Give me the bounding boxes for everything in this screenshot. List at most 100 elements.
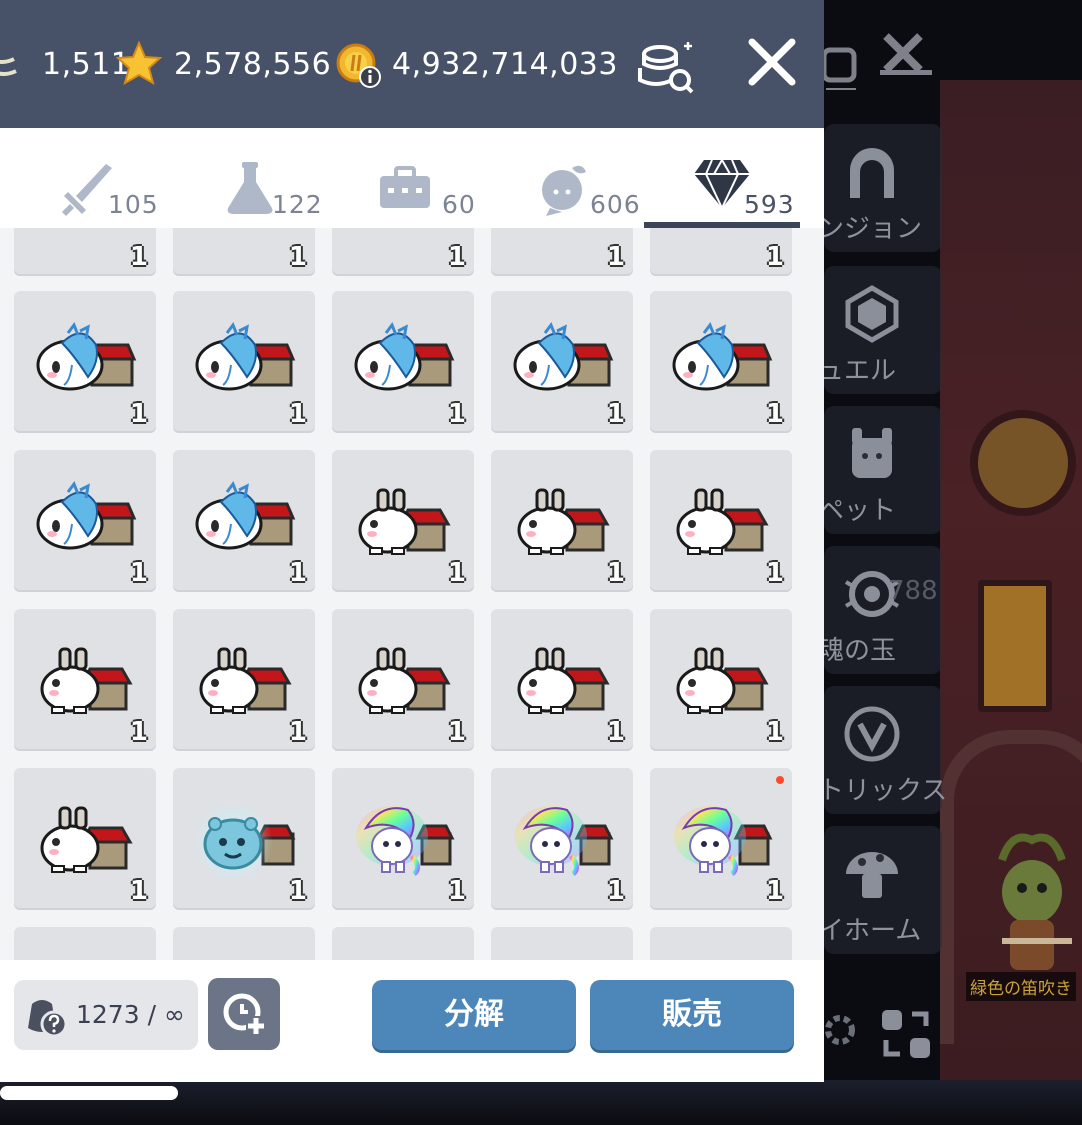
side-item-pet[interactable]: ペット — [818, 406, 942, 534]
toolbox-icon — [376, 158, 436, 218]
item-slot-blue-fish-pet-house[interactable]: 1 — [491, 291, 633, 433]
tab-count: 593 — [744, 190, 795, 219]
item-slot-blue-fish-pet-house[interactable]: 1 — [14, 450, 156, 592]
currency-meso: 4,932,714,033 — [334, 40, 618, 88]
building-window — [978, 580, 1052, 712]
white-rabbit-pet-house-icon — [676, 488, 769, 555]
bag-question-icon[interactable] — [22, 994, 68, 1038]
item-slot-partial[interactable] — [14, 927, 156, 960]
meso-coin-icon[interactable] — [334, 41, 381, 88]
currency-crystal: 1,511 — [0, 40, 130, 88]
item-quantity: 1 — [765, 876, 784, 906]
sell-button[interactable]: 販売 — [590, 980, 794, 1050]
item-slot-partial[interactable] — [332, 927, 474, 960]
dungeon-gate-icon — [842, 142, 930, 202]
item-slot-partial[interactable]: 1 — [332, 228, 474, 276]
close-icon[interactable] — [744, 34, 800, 90]
item-quantity: 1 — [606, 399, 625, 429]
item-quantity: 1 — [606, 242, 625, 272]
item-quantity: 1 — [447, 717, 466, 747]
item-slot-blue-slime-pet-house[interactable]: 1 — [173, 768, 315, 910]
currency-star: 2,578,556 — [115, 40, 331, 88]
item-slot-blue-fish-pet-house[interactable]: 1 — [14, 291, 156, 433]
side-item-matrix[interactable]: トリックス — [818, 686, 947, 814]
item-quantity: 1 — [765, 399, 784, 429]
tab-installed[interactable]: 593 — [662, 130, 820, 226]
side-item-label: イホーム — [818, 916, 922, 946]
side-item-myhome[interactable]: イホーム — [818, 826, 942, 954]
tab-etc[interactable]: 60 — [362, 130, 520, 226]
item-slot-partial[interactable] — [173, 927, 315, 960]
cosmetic-head-icon — [534, 158, 594, 218]
item-slot-white-rabbit-pet-house[interactable]: 1 — [14, 609, 156, 751]
white-rabbit-pet-house-icon — [517, 647, 610, 714]
item-quantity: 1 — [606, 558, 625, 588]
swap-layout-icon[interactable] — [880, 1008, 932, 1060]
item-slot-white-rabbit-pet-house[interactable]: 1 — [14, 768, 156, 910]
blue-fish-pet-house-icon — [195, 480, 296, 550]
tab-equipment[interactable]: 105 — [46, 130, 204, 226]
slot-counter: 1273 / ∞ — [14, 980, 198, 1050]
white-rabbit-pet-house-icon — [358, 647, 451, 714]
potion-flask-icon — [220, 158, 280, 218]
item-quantity: 1 — [288, 558, 307, 588]
item-quantity: 1 — [765, 558, 784, 588]
item-quantity: 1 — [447, 399, 466, 429]
side-item-label: ュエル — [818, 356, 897, 386]
item-quantity: 1 — [606, 717, 625, 747]
item-quantity: 1 — [765, 242, 784, 272]
item-slot-partial[interactable] — [491, 927, 633, 960]
item-grid: 1 1 1 1 1 1 1 1 1 1 1 1 1 1 1 1 1 1 1 1 1 1 1 1 1 — [0, 228, 824, 960]
item-slot-white-rabbit-pet-house[interactable]: 1 — [173, 609, 315, 751]
inventory-footer: 1273 / ∞ 分解 販売 — [0, 960, 824, 1082]
item-slot-blue-fish-pet-house[interactable]: 1 — [332, 291, 474, 433]
item-slot-white-rabbit-pet-house[interactable]: 1 — [491, 609, 633, 751]
item-slot-partial[interactable] — [650, 927, 792, 960]
blue-fish-pet-house-icon — [672, 321, 773, 391]
side-item-jewel[interactable]: ュエル — [818, 266, 942, 394]
tab-cosmetic[interactable]: 606 — [520, 130, 678, 226]
item-quantity: 1 — [288, 717, 307, 747]
item-slot-partial[interactable]: 1 — [491, 228, 633, 276]
npc-name-label: 緑色の笛吹き — [966, 972, 1076, 1001]
white-rabbit-pet-house-icon — [199, 647, 292, 714]
item-slot-white-rabbit-pet-house[interactable]: 1 — [332, 609, 474, 751]
sword-icon — [56, 158, 116, 218]
item-slot-partial[interactable]: 1 — [14, 228, 156, 276]
white-rabbit-pet-house-icon — [40, 806, 133, 873]
item-quantity: 1 — [129, 399, 148, 429]
item-slot-rainbow-unicorn-pet-house[interactable]: 1 — [332, 768, 474, 910]
white-rabbit-pet-house-icon — [676, 647, 769, 714]
item-slot-rainbow-unicorn-pet-house[interactable]: 1 — [650, 768, 792, 910]
item-quantity: 1 — [447, 876, 466, 906]
npc-character[interactable] — [982, 830, 1082, 980]
soul-orb-count: 788 — [888, 576, 938, 606]
item-slot-white-rabbit-pet-house[interactable]: 1 — [650, 450, 792, 592]
blue-slime-pet-house-icon — [193, 802, 296, 878]
item-slot-white-rabbit-pet-house[interactable]: 1 — [491, 450, 633, 592]
item-slot-partial[interactable]: 1 — [173, 228, 315, 276]
item-quantity: 1 — [606, 876, 625, 906]
tab-consumable[interactable]: 122 — [204, 130, 362, 226]
currency-value: 4,932,714,033 — [392, 46, 618, 82]
coin-search-icon[interactable] — [634, 38, 700, 96]
settings-gear-icon[interactable] — [820, 1010, 860, 1060]
matrix-v-icon — [842, 704, 902, 764]
expand-slots-button[interactable] — [208, 978, 280, 1050]
home-indicator — [0, 1086, 178, 1100]
item-slot-blue-fish-pet-house[interactable]: 1 — [173, 450, 315, 592]
side-menu: ンジョン ュエル ペット 魂の玉 トリックス イホーム — [818, 0, 954, 1080]
mushroom-home-icon — [842, 844, 902, 904]
item-slot-white-rabbit-pet-house[interactable]: 1 — [332, 450, 474, 592]
item-slot-rainbow-unicorn-pet-house[interactable]: 1 — [491, 768, 633, 910]
white-rabbit-pet-house-icon — [40, 647, 133, 714]
side-item-dungeon[interactable]: ンジョン — [818, 124, 942, 252]
item-slot-white-rabbit-pet-house[interactable]: 1 — [650, 609, 792, 751]
tab-count: 606 — [590, 190, 641, 219]
disassemble-button[interactable]: 分解 — [372, 980, 576, 1050]
item-quantity: 1 — [129, 717, 148, 747]
item-slot-blue-fish-pet-house[interactable]: 1 — [173, 291, 315, 433]
item-slot-partial[interactable]: 1 — [650, 228, 792, 276]
item-slot-blue-fish-pet-house[interactable]: 1 — [650, 291, 792, 433]
side-item-soul-orb[interactable]: 魂の玉 — [818, 546, 942, 674]
